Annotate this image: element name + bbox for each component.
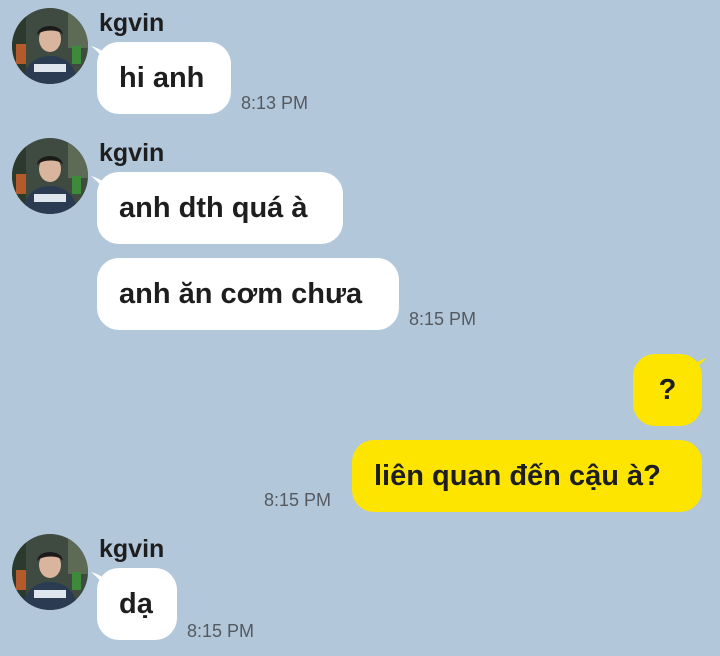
message-timestamp: 8:15 PM: [409, 309, 477, 329]
profile-photo-icon: [12, 8, 88, 84]
sender-name: kgvin: [99, 535, 165, 563]
message-timestamp: 8:13 PM: [241, 93, 309, 113]
sender-avatar[interactable]: [12, 534, 88, 610]
message-bubble[interactable]: ?: [633, 354, 702, 426]
message-timestamp: 8:15 PM: [187, 621, 255, 641]
sender-avatar[interactable]: [12, 8, 88, 84]
message-bubble[interactable]: anh dth quá à: [97, 172, 343, 244]
message-timestamp: 8:15 PM: [264, 490, 332, 510]
message-bubble[interactable]: dạ: [97, 568, 177, 640]
sender-name: kgvin: [99, 139, 165, 167]
message-bubble[interactable]: hi anh: [97, 42, 231, 114]
profile-photo-icon: [12, 534, 88, 610]
message-bubble[interactable]: anh ăn cơm chưa: [97, 258, 399, 330]
message-bubble[interactable]: liên quan đến cậu à?: [352, 440, 702, 512]
sender-name: kgvin: [99, 9, 165, 37]
sender-avatar[interactable]: [12, 138, 88, 214]
profile-photo-icon: [12, 138, 88, 214]
